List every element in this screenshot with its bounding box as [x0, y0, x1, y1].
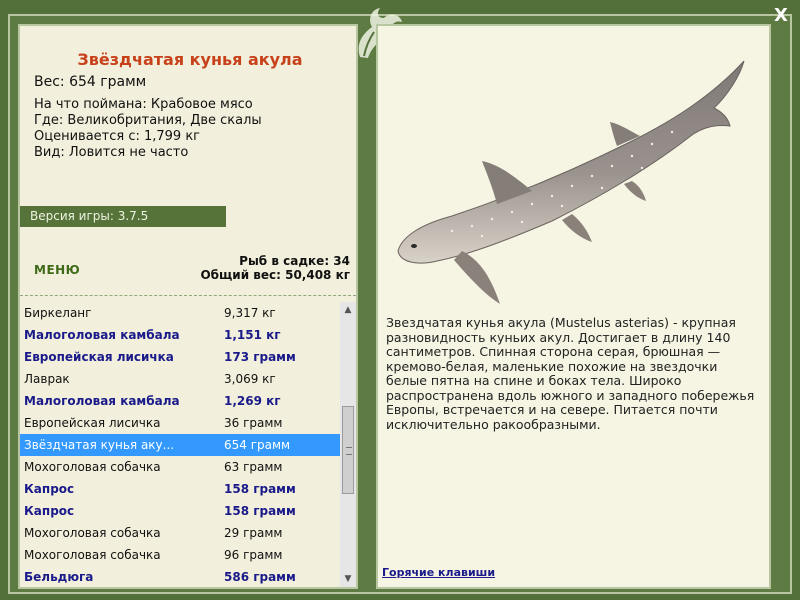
version-bar: Версия игры: 3.7.5	[20, 206, 226, 227]
scroll-down-icon[interactable]: ▼	[340, 571, 356, 587]
list-item-weight: 173 грамм	[224, 350, 296, 364]
total-weight: Общий вес: 50,408 кг	[200, 268, 350, 282]
list-item-name: Малоголовая камбала	[24, 328, 180, 342]
fish-description: Звездчатая кунья акула (Mustelus asteria…	[386, 315, 755, 432]
list-item-name: Европейская лисичка	[24, 416, 161, 430]
list-item-weight: 158 грамм	[224, 504, 296, 518]
list-item-name: Мохоголовая собачка	[24, 526, 161, 540]
list-item[interactable]: Звёздчатая кунья аку... 654 грамм	[20, 434, 340, 456]
list-item[interactable]: Мохоголовая собачка 63 грамм	[20, 456, 340, 478]
fish-value: Оценивается с: 1,799 кг	[34, 129, 201, 144]
list-item-weight: 29 грамм	[224, 526, 283, 540]
list-item-weight: 654 грамм	[224, 438, 291, 452]
list-item-name: Капрос	[24, 504, 75, 518]
list-item-name: Мохоголовая собачка	[24, 548, 161, 562]
list-item-weight: 586 грамм	[224, 570, 296, 584]
catch-list[interactable]: Биркеланг 9,317 кг Малоголовая камбала 1,15…	[20, 302, 340, 587]
list-item-name: Биркеланг	[24, 306, 92, 320]
list-item[interactable]: Капрос 158 грамм	[20, 500, 340, 522]
close-button[interactable]: X	[770, 5, 792, 27]
list-item-weight: 36 грамм	[224, 416, 283, 430]
list-item[interactable]: Биркеланг 9,317 кг	[20, 302, 340, 324]
list-item-name: Малоголовая камбала	[24, 394, 180, 408]
left-panel: Звёздчатая кунья акула Вес: 654 грамм На…	[18, 24, 358, 589]
scroll-up-icon[interactable]: ▲	[340, 302, 356, 318]
scroll-thumb[interactable]	[342, 406, 354, 494]
list-item[interactable]: Мохоголовая собачка 29 грамм	[20, 522, 340, 544]
list-item[interactable]: Малоголовая камбала 1,269 кг	[20, 390, 340, 412]
menu-button[interactable]: МЕНЮ	[34, 263, 80, 277]
fish-title: Звёздчатая кунья акула	[77, 50, 303, 69]
list-item-weight: 63 грамм	[224, 460, 283, 474]
fish-rarity: Вид: Ловится не часто	[34, 145, 189, 160]
list-item[interactable]: Малоголовая камбала 1,151 кг	[20, 324, 340, 346]
list-item[interactable]: Европейская лисичка 173 грамм	[20, 346, 340, 368]
fish-count: Рыб в садке: 34	[239, 254, 350, 268]
list-item-name: Мохоголовая собачка	[24, 460, 161, 474]
app-frame: X Звёздчатая кунья акула Вес: 654 грамм …	[0, 0, 800, 600]
list-item-weight: 1,151 кг	[224, 328, 281, 342]
list-item[interactable]: Лаврак 3,069 кг	[20, 368, 340, 390]
list-item-name: Звёздчатая кунья аку...	[24, 438, 175, 452]
shark-image	[397, 60, 745, 304]
list-item-name: Бельдюга	[24, 570, 94, 584]
list-item-weight: 1,269 кг	[224, 394, 281, 408]
fish-weight: Вес: 654 грамм	[34, 74, 147, 90]
list-item-weight: 3,069 кг	[224, 372, 276, 386]
fish-bait: На что поймана: Крабовое мясо	[34, 97, 253, 112]
fish-location: Где: Великобритания, Две скалы	[34, 113, 262, 128]
list-item[interactable]: Капрос 158 грамм	[20, 478, 340, 500]
close-icon: X	[774, 5, 788, 26]
list-item-weight: 9,317 кг	[224, 306, 276, 320]
scrollbar[interactable]: ▲ ▼	[340, 302, 356, 587]
list-item[interactable]: Европейская лисичка 36 грамм	[20, 412, 340, 434]
list-item-name: Европейская лисичка	[24, 350, 174, 364]
list-item[interactable]: Мохоголовая собачка 96 грамм	[20, 544, 340, 566]
list-item-name: Капрос	[24, 482, 75, 496]
list-item[interactable]: Бельдюга 586 грамм	[20, 566, 340, 587]
list-item-weight: 96 грамм	[224, 548, 283, 562]
list-item-name: Лаврак	[24, 372, 70, 386]
list-item-weight: 158 грамм	[224, 482, 296, 496]
right-panel: Звездчатая кунья акула (Mustelus asteria…	[376, 24, 771, 589]
divider	[20, 295, 356, 296]
hotkeys-link[interactable]: Горячие клавиши	[382, 566, 495, 579]
